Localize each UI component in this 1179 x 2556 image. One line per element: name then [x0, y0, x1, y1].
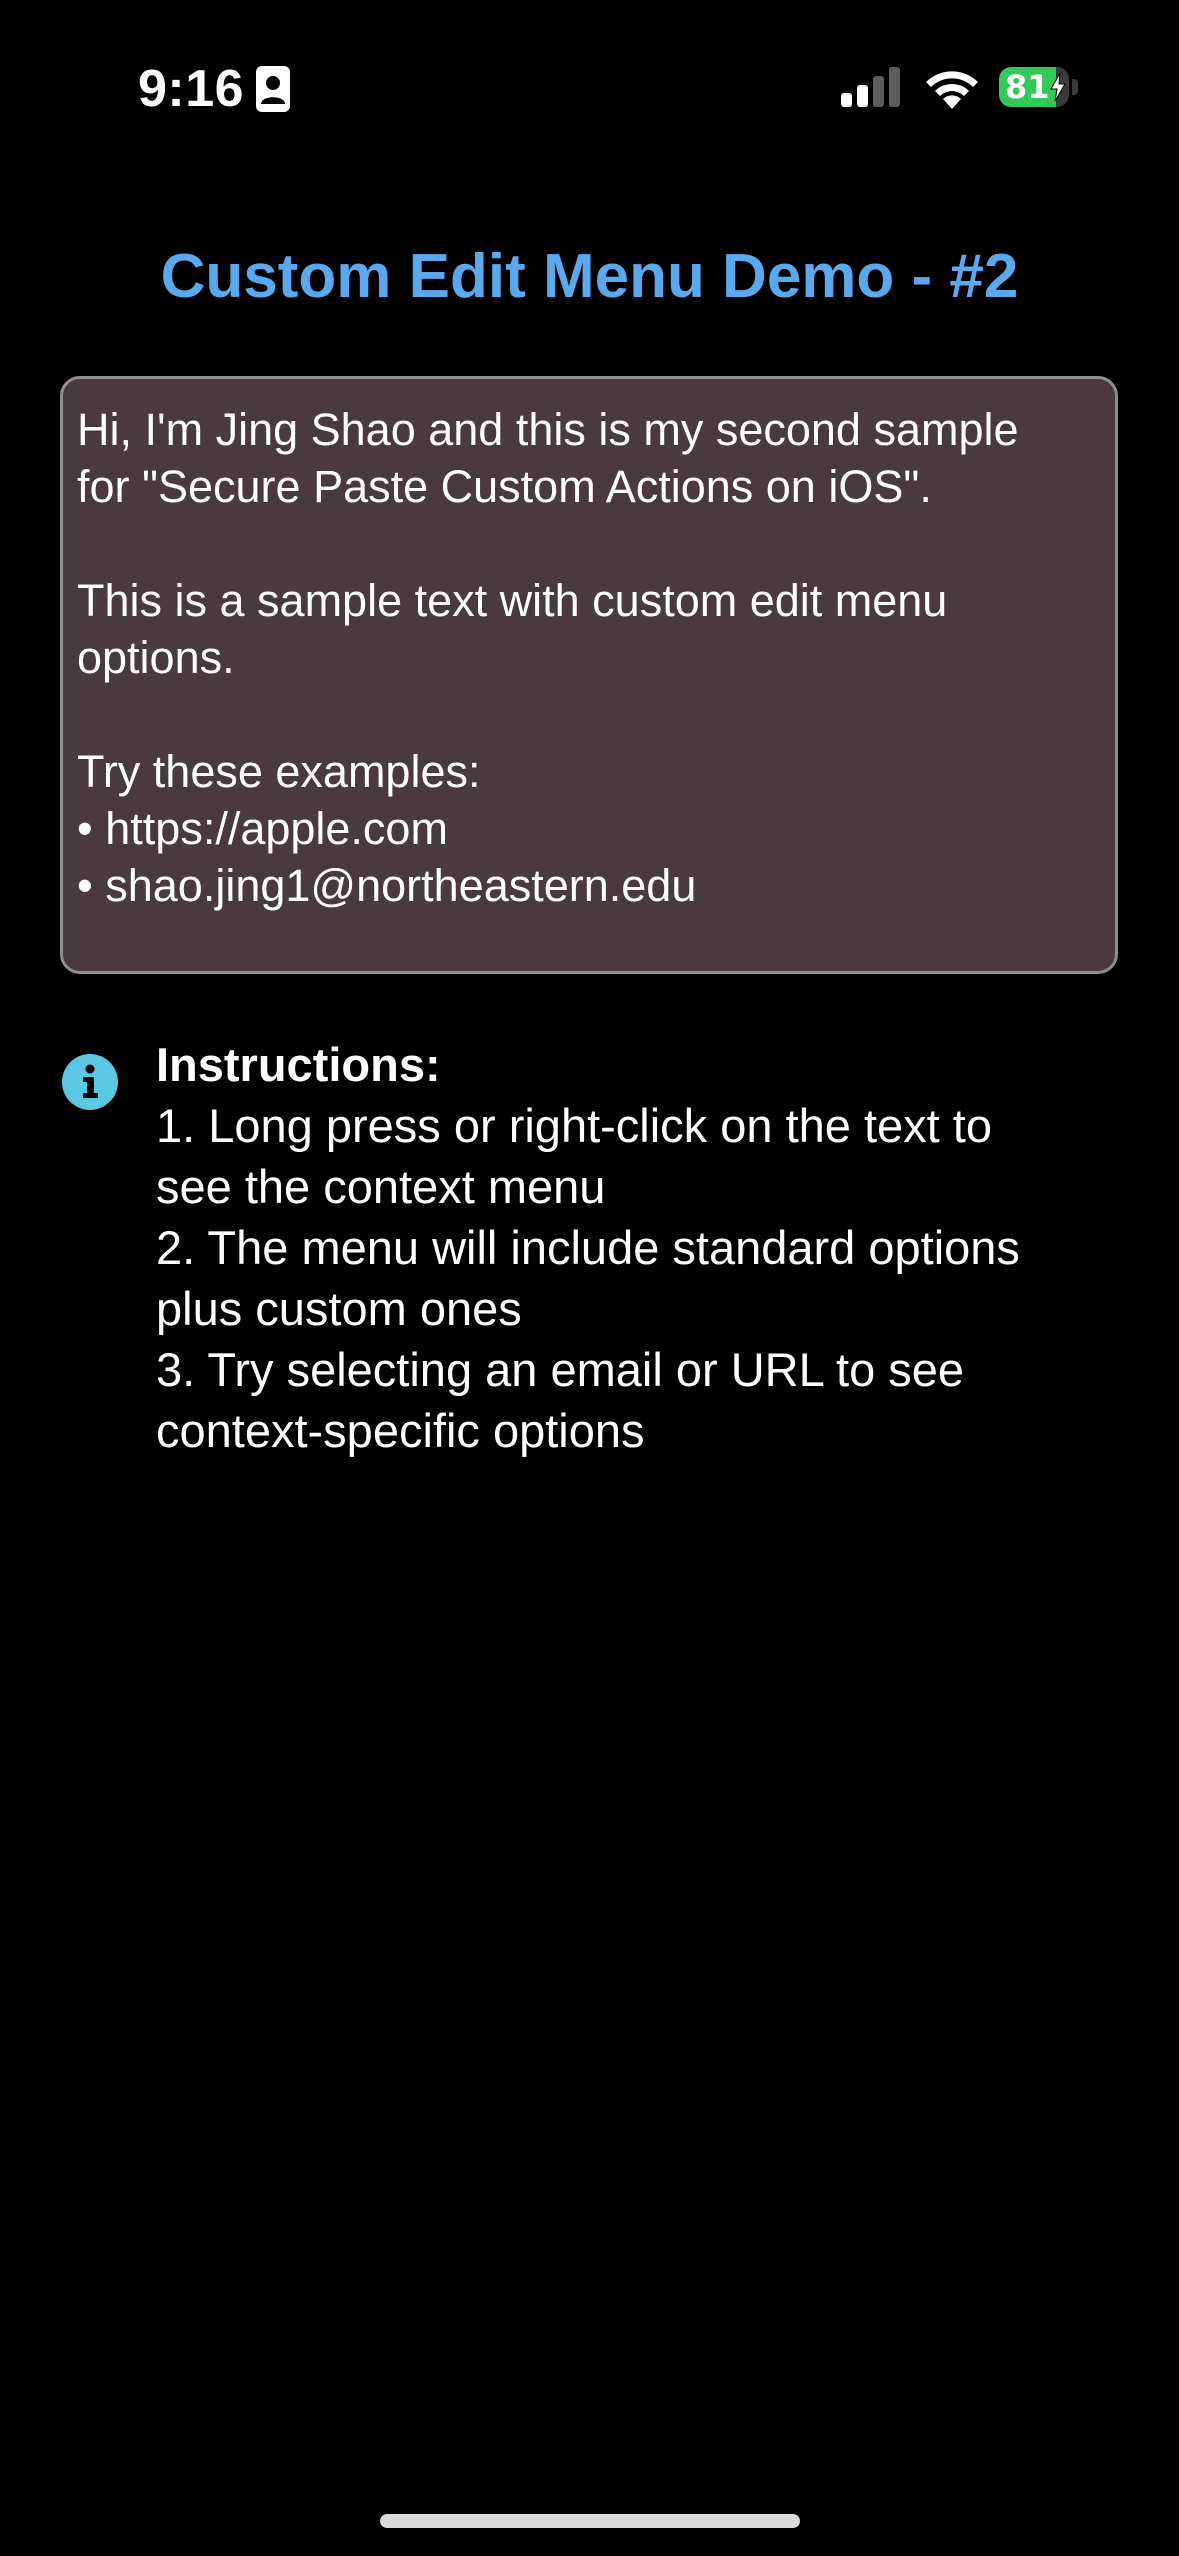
contact-card-icon: [256, 66, 291, 112]
battery-body: 81: [999, 67, 1069, 107]
sample-text-view[interactable]: Hi, I'm Jing Shao and this is my second …: [60, 376, 1118, 974]
battery-indicator: 81: [999, 66, 1079, 108]
status-bar: 9:16 81: [0, 0, 1179, 170]
instruction-step: context-specific options: [156, 1404, 645, 1457]
text-line[interactable]: options.: [77, 629, 1101, 686]
status-icons: 81: [841, 62, 1079, 112]
text-line[interactable]: This is a sample text with custom edit m…: [77, 572, 1101, 629]
instruction-step: see the context menu: [156, 1160, 606, 1213]
status-time: 9:16: [138, 60, 245, 118]
home-indicator[interactable]: [380, 2514, 800, 2528]
page-title: Custom Edit Menu Demo - #2: [160, 242, 1019, 311]
battery-cap: [1072, 79, 1078, 95]
text-line[interactable]: for "Secure Paste Custom Actions on iOS"…: [77, 458, 1101, 515]
text-line[interactable]: Hi, I'm Jing Shao and this is my second …: [77, 401, 1101, 458]
email-example[interactable]: • shao.jing1@northeastern.edu: [77, 857, 1101, 914]
battery-percent: 81: [1005, 68, 1050, 106]
wifi-icon: [926, 71, 978, 109]
instructions-title: Instructions:: [156, 1038, 441, 1091]
info-icon: [62, 1054, 118, 1110]
cellular-signal-icon: [841, 67, 900, 107]
time-group: 9:16: [138, 54, 291, 124]
url-example[interactable]: • https://apple.com: [77, 800, 1101, 857]
text-line[interactable]: Try these examples:: [77, 743, 1101, 800]
instructions-body: Instructions: 1. Long press or right-cli…: [156, 1034, 1166, 1461]
instruction-step: plus custom ones: [156, 1282, 522, 1335]
instruction-step: 3. Try selecting an email or URL to see: [156, 1343, 965, 1396]
charging-bolt-icon: [1050, 73, 1066, 101]
instruction-step: 2. The menu will include standard option…: [156, 1221, 1020, 1274]
instruction-step: 1. Long press or right-click on the text…: [156, 1099, 992, 1152]
